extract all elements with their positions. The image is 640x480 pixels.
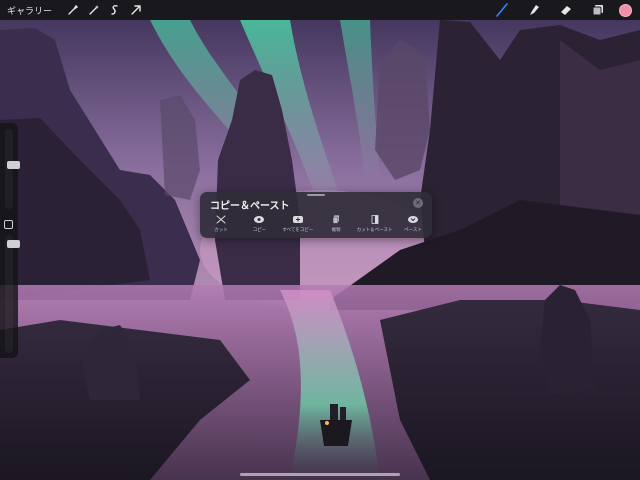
- brush-size-slider[interactable]: [5, 129, 20, 209]
- panel-title: コピー＆ペースト: [210, 201, 290, 212]
- close-icon[interactable]: ✕: [413, 198, 423, 208]
- wrench-icon[interactable]: [65, 2, 81, 18]
- cut-label: カット: [214, 228, 228, 233]
- copy-paste-actions: カット コピー すべてをコピー 複製 カット＆ペースト ペースト: [204, 215, 430, 237]
- modify-button[interactable]: [4, 220, 13, 229]
- panel-grabber[interactable]: [307, 194, 325, 196]
- home-indicator[interactable]: [240, 473, 400, 476]
- right-toolbar: [481, 0, 640, 20]
- layers-icon[interactable]: [587, 0, 609, 20]
- copy-icon: [254, 216, 265, 223]
- opacity-thumb[interactable]: [7, 240, 20, 248]
- cut-button[interactable]: カット: [204, 215, 238, 237]
- cut-paste-button[interactable]: カット＆ペースト: [356, 215, 393, 237]
- paste-button[interactable]: ペースト: [396, 215, 430, 237]
- color-swatch[interactable]: [619, 3, 632, 17]
- brush-icon[interactable]: [491, 0, 513, 20]
- paste-icon: [407, 216, 418, 223]
- transform-arrow-icon[interactable]: [128, 2, 144, 18]
- copy-label: コピー: [252, 228, 267, 233]
- artwork-canvas[interactable]: [0, 0, 640, 480]
- duplicate-icon: [332, 215, 340, 224]
- eraser-icon[interactable]: [555, 0, 577, 20]
- left-sidebar: [0, 123, 20, 358]
- copy-button[interactable]: コピー: [242, 215, 276, 237]
- duplicate-label: 複製: [331, 228, 341, 233]
- copy-all-icon: [292, 216, 303, 223]
- gallery-button[interactable]: ギャラリー: [0, 4, 60, 17]
- opacity-slider[interactable]: [5, 235, 20, 353]
- paste-label: ペースト: [404, 228, 422, 233]
- cut-paste-icon: [371, 215, 378, 224]
- copy-all-button[interactable]: すべてをコピー: [281, 215, 315, 237]
- smudge-icon[interactable]: [523, 0, 545, 20]
- magic-wand-icon[interactable]: [86, 2, 102, 18]
- cut-paste-label: カット＆ペースト: [356, 228, 393, 233]
- top-toolbar: ギャラリー: [0, 0, 640, 20]
- copy-paste-panel: コピー＆ペースト ✕ カット コピー すべてをコピー 複製 カット＆ペースト ペ…: [200, 192, 432, 238]
- duplicate-button[interactable]: 複製: [319, 215, 353, 237]
- scissors-icon: [216, 215, 226, 224]
- brush-size-thumb[interactable]: [7, 161, 20, 169]
- copy-all-label: すべてをコピー: [282, 228, 314, 233]
- selection-icon[interactable]: [107, 2, 123, 18]
